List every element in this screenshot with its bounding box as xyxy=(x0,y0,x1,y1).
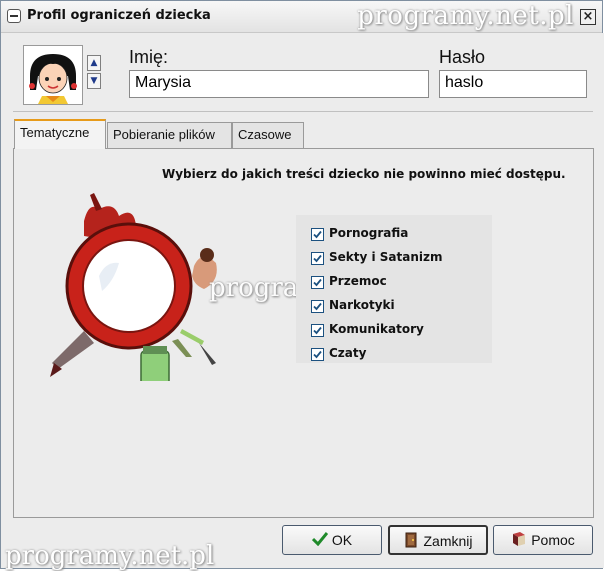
watermark: programy.net.pl xyxy=(357,1,574,31)
avatar-next-button[interactable]: ▲ xyxy=(87,55,101,71)
girl-avatar-icon xyxy=(24,46,82,104)
checkmark-icon xyxy=(313,326,322,335)
child-avatar xyxy=(23,45,83,105)
category-label: Czaty xyxy=(329,346,367,360)
client-area: ▲ ▼ Imię: Marysia Hasło haslo Tematyczne… xyxy=(1,33,604,571)
checkbox[interactable] xyxy=(311,228,324,241)
header-separator xyxy=(13,111,593,112)
prohibition-sign-illustration xyxy=(50,193,217,381)
checkmark-icon xyxy=(313,278,322,287)
checkmark-icon xyxy=(313,230,322,239)
checkmark-icon xyxy=(313,302,322,311)
ok-button[interactable]: OK xyxy=(282,525,382,555)
book-icon xyxy=(511,531,527,550)
help-button-label: Pomoc xyxy=(531,532,575,548)
category-narkotyki[interactable]: Narkotyki xyxy=(311,297,491,317)
avatar-prev-button[interactable]: ▼ xyxy=(87,73,101,89)
system-menu-icon[interactable] xyxy=(7,9,21,23)
category-label: Przemoc xyxy=(329,274,387,288)
checkbox[interactable] xyxy=(311,276,324,289)
category-przemoc[interactable]: Przemoc xyxy=(311,273,491,293)
category-pornografia[interactable]: Pornografia xyxy=(311,225,491,245)
watermark-bottom: programy.net.pl xyxy=(5,541,215,571)
tab-pobieranie-plikow[interactable]: Pobieranie plików xyxy=(107,122,232,148)
close-button-label: Zamknij xyxy=(423,533,473,549)
category-komunikatory[interactable]: Komunikatory xyxy=(311,321,491,341)
name-label: Imię: xyxy=(129,47,169,67)
tab-tematyczne[interactable]: Tematyczne xyxy=(14,119,106,149)
ok-button-label: OK xyxy=(331,532,353,548)
instruction-text: Wybierz do jakich treści dziecko nie pow… xyxy=(162,167,566,181)
tab-czasowe[interactable]: Czasowe xyxy=(232,122,304,148)
category-label: Komunikatory xyxy=(329,322,424,336)
checkmark-icon xyxy=(313,254,322,263)
title-bar[interactable]: Profil ograniczeń dziecka programy.net.p… xyxy=(1,1,602,33)
category-label: Narkotyki xyxy=(329,298,395,312)
name-input[interactable]: Marysia xyxy=(129,70,429,98)
profile-window: Profil ograniczeń dziecka programy.net.p… xyxy=(0,0,604,571)
checkbox[interactable] xyxy=(311,300,324,313)
category-list: Pornografia Sekty i Satanizm Przemoc Nar… xyxy=(296,215,492,363)
password-input[interactable]: haslo xyxy=(439,70,587,98)
checkbox[interactable] xyxy=(311,348,324,361)
checkbox[interactable] xyxy=(311,252,324,265)
category-sekty-i-satanizm[interactable]: Sekty i Satanizm xyxy=(311,249,491,269)
category-label: Sekty i Satanizm xyxy=(329,250,443,264)
close-window-button[interactable]: × xyxy=(580,9,596,25)
help-button[interactable]: Pomoc xyxy=(493,525,593,555)
close-button[interactable]: Zamknij xyxy=(388,525,488,555)
window-title: Profil ograniczeń dziecka xyxy=(27,8,211,23)
password-label: Hasło xyxy=(439,47,486,67)
checkmark-icon xyxy=(313,350,322,359)
check-icon xyxy=(311,531,329,549)
category-czaty[interactable]: Czaty xyxy=(311,345,491,365)
tab-panel-tematyczne: Wybierz do jakich treści dziecko nie pow… xyxy=(13,148,594,518)
door-exit-icon xyxy=(403,532,419,551)
category-label: Pornografia xyxy=(329,226,409,240)
checkbox[interactable] xyxy=(311,324,324,337)
